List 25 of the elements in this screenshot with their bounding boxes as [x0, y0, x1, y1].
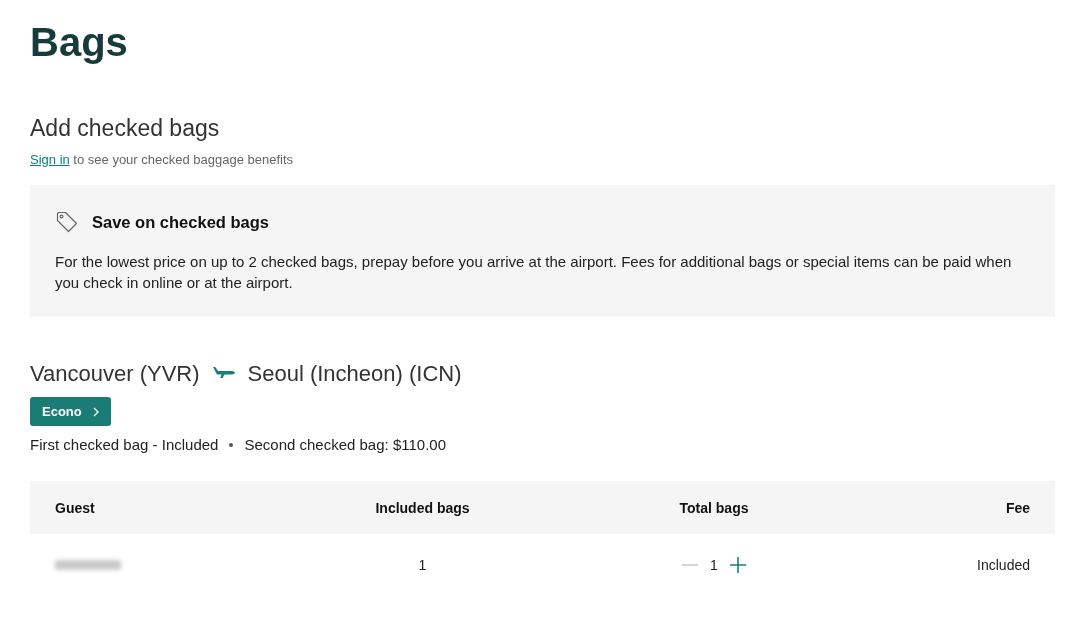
table-cell: Included: [977, 556, 1030, 573]
page-title: Bags: [30, 19, 128, 66]
sign-in-link[interactable]: Sign in: [30, 152, 70, 167]
airplane-icon: [212, 366, 235, 378]
column-header: Included bags: [375, 499, 470, 516]
column-header: Fee: [1005, 499, 1030, 516]
increment-button[interactable]: [729, 557, 746, 573]
sign-in-prompt: Sign in to see your checked baggage benefits: [30, 151, 294, 169]
notice-text: For the lowest price on up to 2 checked bags, prepay before you arrive at the airport. Fees for additional bags or special items can be paid when you check in online or at the airport.: [55, 252, 1013, 293]
allowance-text: Second checked bag: $110.00: [244, 435, 446, 455]
fare-button[interactable]: Econo: [30, 397, 111, 426]
tag-icon: [55, 210, 79, 234]
plus-icon: [729, 557, 746, 573]
column-header: Total bags: [679, 499, 749, 516]
section-heading: Add checked bags: [30, 114, 220, 143]
origin-airport: Vancouver (YVR): [30, 360, 200, 388]
column-header: Guest: [55, 499, 95, 516]
table-cell: 1: [418, 556, 427, 573]
bag-count: 1: [710, 555, 718, 575]
minus-icon: [682, 564, 699, 566]
notice-heading: Save on checked bags: [92, 212, 269, 233]
allowance-text: First checked bag - Included: [30, 435, 219, 455]
destination-airport: Seoul (Incheon) (ICN): [247, 360, 462, 388]
chevron-right-icon: [92, 406, 99, 417]
bullet-icon: [229, 443, 234, 447]
